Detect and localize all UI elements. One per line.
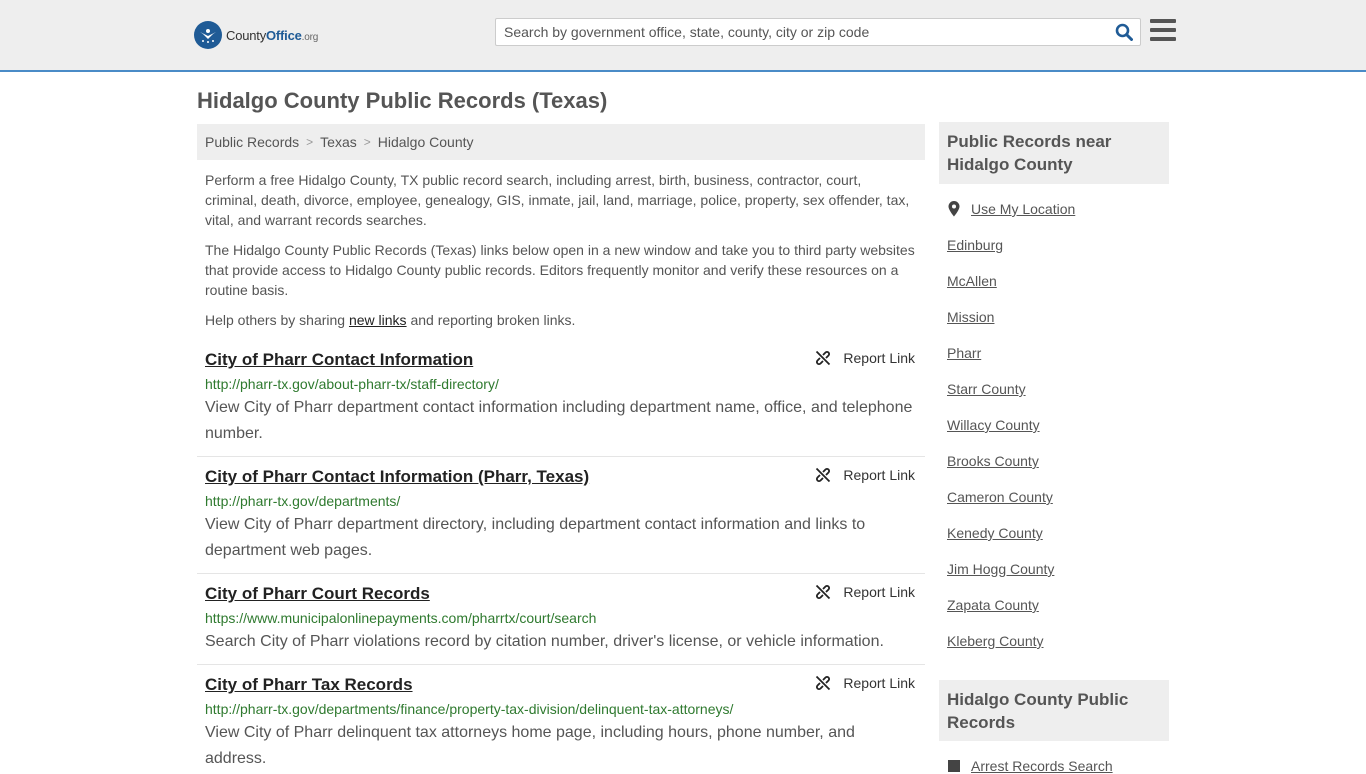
record-description: View City of Pharr delinquent tax attorn… (205, 724, 855, 767)
record-title-link[interactable]: City of Pharr Tax Records (205, 675, 413, 694)
record-url[interactable]: https://www.municipalonlinepayments.com/… (205, 610, 917, 626)
intro-paragraph-2: The Hidalgo County Public Records (Texas… (205, 242, 915, 298)
record-item: City of Pharr Court Records Report Link … (197, 584, 925, 655)
record-title-link[interactable]: City of Pharr Contact Information (Pharr… (205, 467, 589, 486)
record-item: City of Pharr Contact Information (Pharr… (197, 467, 925, 564)
breadcrumb-separator-icon: > (306, 135, 314, 149)
report-link-button[interactable]: Report Link (815, 584, 915, 600)
record-title-link[interactable]: City of Pharr Contact Information (205, 350, 473, 369)
breadcrumb-texas[interactable]: Texas (320, 134, 357, 150)
record-url[interactable]: http://pharr-tx.gov/about-pharr-tx/staff… (205, 376, 917, 392)
record-title-link[interactable]: City of Pharr Court Records (205, 584, 430, 603)
record-divider (197, 456, 925, 457)
sidebar-link-edinburg[interactable]: Edinburg (947, 237, 1003, 253)
broken-link-icon (816, 675, 831, 691)
report-link-label: Report Link (843, 584, 915, 600)
use-my-location-label: Use My Location (971, 201, 1076, 217)
breadcrumb-public-records[interactable]: Public Records (205, 134, 299, 150)
breadcrumb-separator-icon: > (363, 135, 371, 149)
sidebar-link-starr-county[interactable]: Starr County (947, 381, 1026, 397)
report-link-label: Report Link (843, 350, 915, 366)
report-link-button[interactable]: Report Link (815, 350, 915, 366)
sidebar-link-willacy-county[interactable]: Willacy County (947, 417, 1040, 433)
new-links-link[interactable]: new links (349, 312, 407, 328)
record-icon (948, 760, 960, 772)
report-link-button[interactable]: Report Link (815, 467, 915, 483)
sidebar-near-heading: Public Records near Hidalgo County (939, 122, 1169, 184)
arrest-records-search-label: Arrest Records Search (971, 758, 1113, 774)
sidebar-link-jim-hogg-county[interactable]: Jim Hogg County (947, 561, 1054, 577)
logo-org: .org (301, 31, 319, 43)
logo-main: County (226, 27, 266, 43)
intro-section: Perform a free Hidalgo County, TX public… (205, 170, 917, 340)
record-url[interactable]: http://pharr-tx.gov/departments/ (205, 493, 917, 509)
arrest-records-search-link[interactable]: Arrest Records Search (947, 758, 1113, 774)
intro-p3-after: and reporting broken links. (406, 312, 576, 328)
report-link-label: Report Link (843, 675, 915, 691)
record-divider (197, 573, 925, 574)
sidebar-link-pharr[interactable]: Pharr (947, 345, 981, 361)
search-icon (1115, 23, 1133, 41)
broken-link-icon (816, 467, 831, 483)
sidebar-link-brooks-county[interactable]: Brooks County (947, 453, 1039, 469)
sidebar-link-mission[interactable]: Mission (947, 309, 994, 325)
hamburger-menu-icon[interactable] (1150, 19, 1176, 43)
record-url[interactable]: http://pharr-tx.gov/departments/finance/… (205, 701, 917, 717)
broken-link-icon (816, 350, 831, 366)
breadcrumb: Public Records > Texas > Hidalgo County (197, 124, 925, 160)
page-title: Hidalgo County Public Records (Texas) (197, 88, 608, 113)
breadcrumb-hidalgo-county[interactable]: Hidalgo County (378, 134, 474, 150)
sidebar-link-cameron-county[interactable]: Cameron County (947, 489, 1053, 505)
record-item: City of Pharr Tax Records Report Link ht… (197, 675, 925, 772)
sidebar-link-kleberg-county[interactable]: Kleberg County (947, 633, 1044, 649)
site-header: CountyOffice.org (0, 0, 1366, 72)
sidebar-link-kenedy-county[interactable]: Kenedy County (947, 525, 1043, 541)
record-description: Search City of Pharr violations record b… (205, 633, 884, 650)
sidebar-county-heading: Hidalgo County Public Records (939, 680, 1169, 741)
record-description: View City of Pharr department contact in… (205, 399, 913, 442)
report-link-label: Report Link (843, 467, 915, 483)
search-button[interactable] (1112, 21, 1136, 43)
record-description: View City of Pharr department directory,… (205, 516, 866, 559)
use-my-location-link[interactable]: Use My Location (947, 201, 1075, 217)
intro-paragraph-1: Perform a free Hidalgo County, TX public… (205, 172, 910, 228)
broken-link-icon (816, 584, 831, 600)
logo-seal-icon (194, 21, 222, 49)
intro-paragraph-3: Help others by sharing new links and rep… (205, 310, 917, 330)
report-link-button[interactable]: Report Link (815, 675, 915, 691)
sidebar-link-mcallen[interactable]: McAllen (947, 273, 997, 289)
logo-wordmark: CountyOffice.org (226, 28, 318, 43)
logo-bold: Office (266, 27, 302, 43)
search-bar (495, 18, 1141, 46)
record-divider (197, 664, 925, 665)
intro-p3-before: Help others by sharing (205, 312, 349, 328)
sidebar-link-zapata-county[interactable]: Zapata County (947, 597, 1039, 613)
record-item: City of Pharr Contact Information Report… (197, 350, 925, 447)
site-logo[interactable]: CountyOffice.org (194, 20, 318, 50)
search-input[interactable] (496, 19, 1096, 45)
map-pin-icon (948, 201, 960, 217)
